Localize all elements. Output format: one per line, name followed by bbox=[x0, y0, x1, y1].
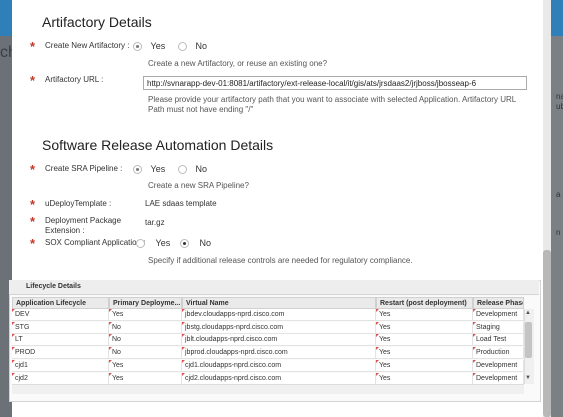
sox-compliant-label: SOX Compliant Application : bbox=[45, 238, 146, 247]
sra-section-title: Software Release Automation Details bbox=[42, 137, 274, 153]
udeploy-template-value: LAE sdaas template bbox=[145, 199, 217, 208]
radio-icon[interactable] bbox=[136, 239, 145, 249]
create-artifactory-help: Create a new Artifactory, or reuse an ex… bbox=[148, 59, 328, 68]
required-marker: * bbox=[30, 236, 36, 251]
column-header-restart[interactable]: Restart (post deployment) bbox=[376, 297, 473, 309]
artifactory-url-input[interactable]: http://svnarapp-dev-01:8081/artifactory/… bbox=[143, 76, 527, 90]
cell-lifecycle[interactable]: DEV bbox=[12, 309, 109, 321]
cell-lifecycle[interactable]: cjd2 bbox=[12, 372, 109, 385]
sra-pipeline-help: Create a new SRA Pipeline? bbox=[148, 181, 249, 190]
sra-pipeline-label: Create SRA Pipeline : bbox=[45, 164, 123, 173]
cell-primary-deployment[interactable]: No bbox=[109, 347, 182, 360]
cell-restart[interactable]: Yes bbox=[376, 359, 473, 372]
lifecycle-panel-header: Lifecycle Details bbox=[9, 280, 539, 295]
cell-virtual-name[interactable]: jblt.cloudapps-nprd.cisco.com bbox=[182, 334, 376, 347]
radio-icon[interactable] bbox=[133, 42, 142, 52]
required-marker: * bbox=[30, 197, 36, 212]
artifactory-url-help-line2: Path must not have ending "/" bbox=[148, 105, 254, 114]
cell-primary-deployment[interactable]: Yes bbox=[109, 359, 182, 372]
lifecycle-panel-title: Lifecycle Details bbox=[26, 283, 81, 290]
cell-virtual-name[interactable]: cjd2.cloudapps-nprd.cisco.com bbox=[182, 372, 376, 385]
no-label: No bbox=[195, 41, 208, 51]
cell-restart[interactable]: Yes bbox=[376, 309, 473, 321]
cell-restart[interactable]: Yes bbox=[376, 372, 473, 385]
create-artifactory-no-option[interactable]: No bbox=[178, 41, 208, 52]
cell-restart[interactable]: Yes bbox=[376, 347, 473, 360]
background-header-right bbox=[551, 0, 563, 36]
radio-icon[interactable] bbox=[133, 165, 142, 175]
scroll-down-arrow-icon[interactable]: ▼ bbox=[525, 375, 531, 381]
cell-virtual-name[interactable]: cjd1.cloudapps-nprd.cisco.com bbox=[182, 359, 376, 372]
cell-lifecycle[interactable]: STG bbox=[12, 321, 109, 334]
background-text-fragment: na bbox=[556, 92, 563, 101]
modal-scroll-thumb[interactable] bbox=[543, 250, 551, 417]
deployment-package-value: tar.gz bbox=[145, 218, 165, 227]
cell-restart[interactable]: Yes bbox=[376, 334, 473, 347]
sox-compliant-help: Specify if additional release controls a… bbox=[148, 256, 413, 265]
sox-yes-option[interactable]: Yes bbox=[136, 238, 171, 249]
background-text-fragment: ub bbox=[556, 102, 563, 111]
deployment-package-label: Deployment Package bbox=[45, 216, 122, 225]
required-marker: * bbox=[30, 214, 36, 229]
required-marker: * bbox=[30, 39, 36, 54]
udeploy-template-label: uDeployTemplate : bbox=[45, 199, 112, 208]
radio-icon[interactable] bbox=[180, 239, 189, 249]
cell-primary-deployment[interactable]: No bbox=[109, 334, 182, 347]
yes-label: Yes bbox=[155, 238, 171, 248]
radio-icon[interactable] bbox=[178, 42, 187, 52]
column-header-virtual-name[interactable]: Virtual Name bbox=[182, 297, 376, 309]
cell-lifecycle[interactable]: PROD bbox=[12, 347, 109, 360]
background-text-fragment: n bbox=[556, 228, 561, 237]
column-header-primary-deployment[interactable]: Primary Deployme... bbox=[109, 297, 182, 309]
cell-primary-deployment[interactable]: Yes bbox=[109, 309, 182, 321]
sox-no-option[interactable]: No bbox=[180, 238, 212, 249]
cell-primary-deployment[interactable]: No bbox=[109, 321, 182, 334]
required-marker: * bbox=[30, 162, 36, 177]
cell-lifecycle[interactable]: LT bbox=[12, 334, 109, 347]
cell-release-phase[interactable]: Load Test bbox=[473, 334, 524, 347]
yes-label: Yes bbox=[150, 41, 166, 51]
cell-release-phase[interactable]: Development bbox=[473, 372, 524, 385]
cell-virtual-name[interactable]: jbdev.cloudapps-nprd.cisco.com bbox=[182, 309, 376, 321]
cell-release-phase[interactable]: Development bbox=[473, 359, 524, 372]
artifactory-section-title: Artifactory Details bbox=[42, 14, 152, 30]
background-header-left bbox=[0, 0, 12, 36]
radio-icon[interactable] bbox=[178, 165, 187, 175]
column-header-application-lifecycle[interactable]: Application Lifecycle bbox=[12, 297, 109, 309]
artifactory-url-help: Please provide your artifactory path tha… bbox=[148, 95, 517, 104]
deployment-package-label-line2: Extension : bbox=[45, 226, 85, 235]
artifactory-url-label: Artifactory URL : bbox=[45, 75, 104, 84]
scroll-up-arrow-icon[interactable]: ▲ bbox=[525, 310, 531, 316]
sra-pipeline-no-option[interactable]: No bbox=[178, 164, 208, 175]
cell-release-phase[interactable]: Staging bbox=[473, 321, 524, 334]
sra-pipeline-yes-option[interactable]: Yes bbox=[133, 164, 166, 175]
cell-release-phase[interactable]: Development bbox=[473, 309, 524, 321]
no-label: No bbox=[195, 164, 208, 174]
cell-lifecycle[interactable]: cjd1 bbox=[12, 359, 109, 372]
yes-label: Yes bbox=[150, 164, 166, 174]
create-artifactory-yes-option[interactable]: Yes bbox=[133, 41, 166, 52]
required-marker: * bbox=[30, 73, 36, 88]
cell-release-phase[interactable]: Production bbox=[473, 347, 524, 360]
no-label: No bbox=[199, 238, 212, 248]
cell-restart[interactable]: Yes bbox=[376, 321, 473, 334]
grid-scroll-thumb[interactable] bbox=[525, 322, 532, 358]
background-text-fragment: a bbox=[556, 190, 561, 199]
cell-primary-deployment[interactable]: Yes bbox=[109, 372, 182, 385]
grid-horizontal-scrollbar[interactable] bbox=[12, 384, 524, 394]
create-artifactory-label: Create New Artifactory : bbox=[45, 41, 130, 50]
cell-virtual-name[interactable]: jbprod.cloudapps-nprd.cisco.com bbox=[182, 347, 376, 360]
column-header-release-phase[interactable]: Release Phase bbox=[473, 297, 524, 309]
cell-virtual-name[interactable]: jbstg.cloudapps-nprd.cisco.com bbox=[182, 321, 376, 334]
